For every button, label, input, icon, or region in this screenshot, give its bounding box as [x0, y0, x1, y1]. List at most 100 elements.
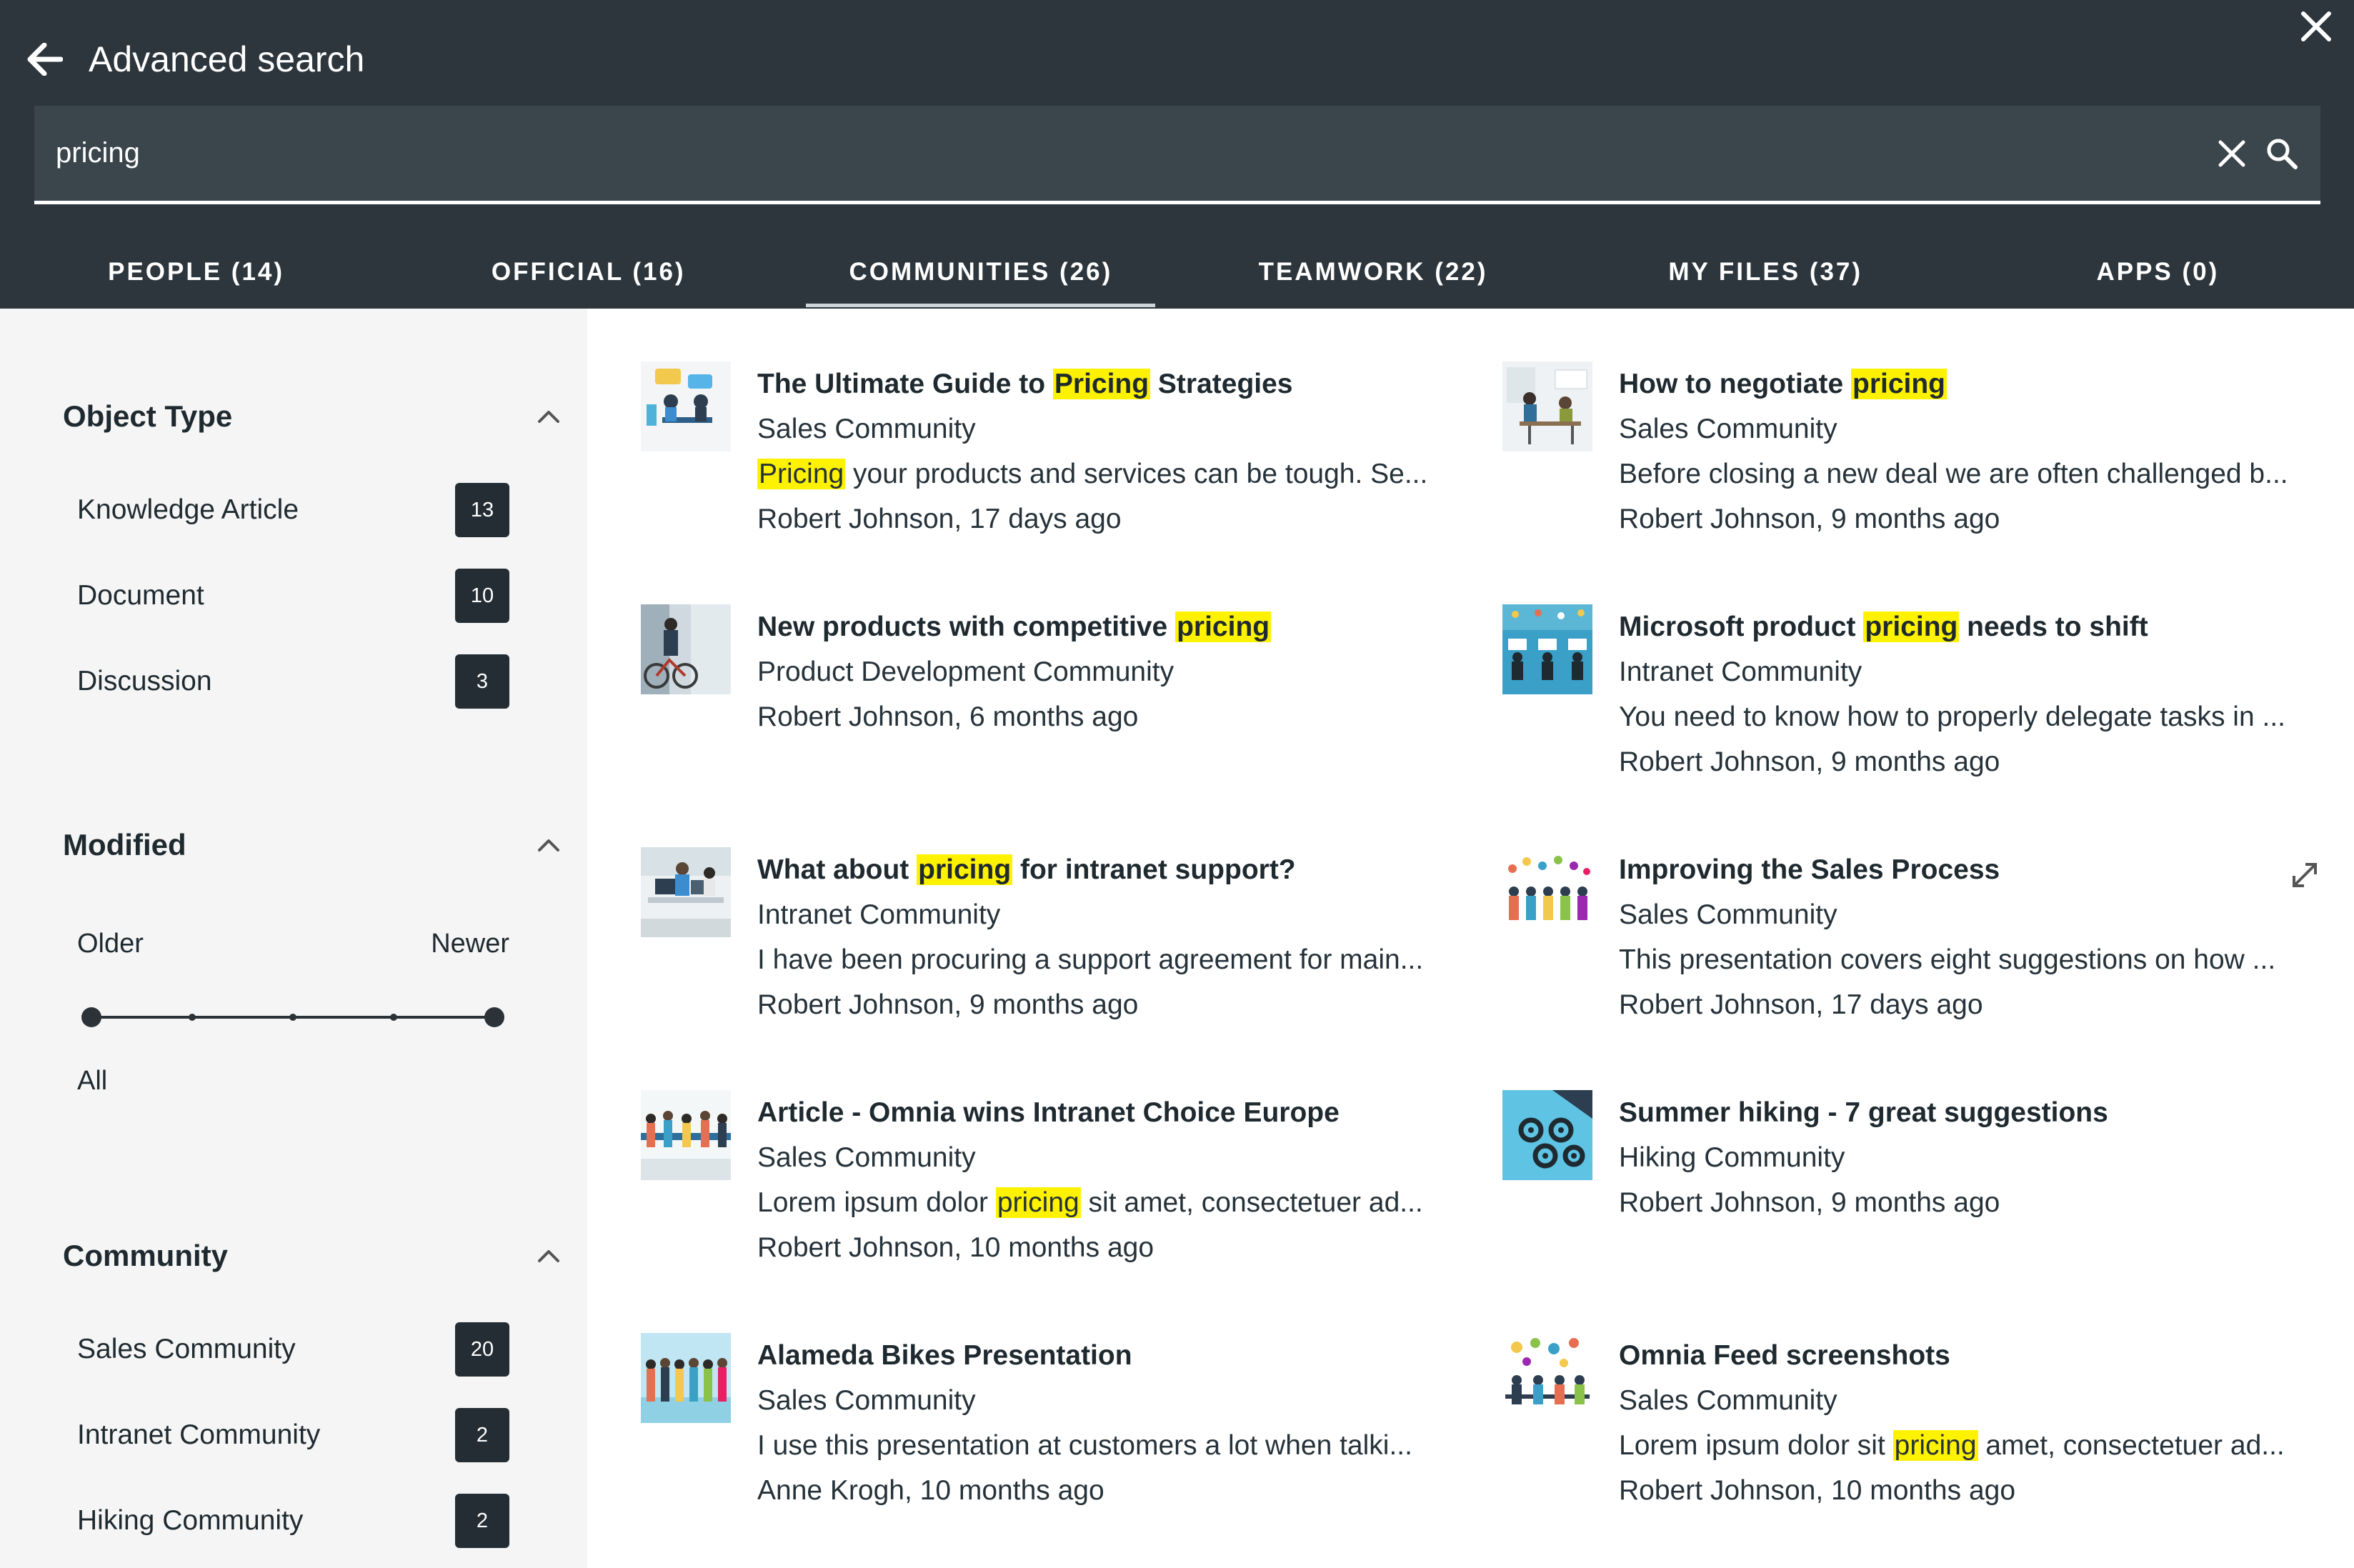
expand-icon[interactable] — [2288, 859, 2321, 892]
back-arrow-icon[interactable] — [27, 40, 66, 79]
search-icon[interactable] — [2260, 132, 2303, 175]
result-text: Summer hiking - 7 great suggestions Hiki… — [1619, 1090, 2340, 1225]
result-title[interactable]: Summer hiking - 7 great suggestions — [1619, 1090, 2340, 1135]
range-older-label: Older — [77, 929, 144, 959]
result-title[interactable]: Alameda Bikes Presentation — [757, 1333, 1479, 1378]
count-badge: 13 — [455, 483, 509, 537]
chevron-up-icon[interactable] — [534, 1242, 563, 1270]
result-meta: Robert Johnson, 9 months ago — [1619, 746, 2000, 777]
result-title[interactable]: Omnia Feed screenshots — [1619, 1333, 2340, 1378]
result-item[interactable]: Alameda Bikes Presentation Sales Communi… — [641, 1333, 1462, 1547]
modified-title: Modified — [63, 828, 186, 862]
object-type-title: Object Type — [63, 399, 233, 433]
result-snippet: I have been procuring a support agreemen… — [757, 944, 1424, 975]
result-item[interactable]: Omnia Feed screenshots Sales Community L… — [1502, 1333, 2324, 1547]
clear-icon[interactable] — [2210, 132, 2253, 175]
tab-people[interactable]: PEOPLE (14) — [0, 236, 392, 309]
facet-discussion[interactable]: Discussion 3 — [77, 654, 509, 709]
result-title[interactable]: The Ultimate Guide to Pricing Strategies — [757, 361, 1479, 406]
result-thumbnail — [1502, 1090, 1592, 1180]
result-community: Sales Community — [1619, 1385, 1837, 1416]
search-highlight: pricing — [1851, 369, 1947, 399]
result-meta: Robert Johnson, 9 months ago — [757, 989, 1139, 1020]
result-item[interactable]: What about pricing for intranet support?… — [641, 847, 1462, 1062]
search-highlight: pricing — [995, 1187, 1081, 1218]
result-snippet: Pricing your products and services can b… — [757, 459, 1428, 489]
result-title[interactable]: Microsoft product pricing needs to shift — [1619, 604, 2340, 649]
facet-hiking-community[interactable]: Hiking Community 2 — [77, 1494, 509, 1548]
result-item[interactable]: Improving the Sales Process Sales Commun… — [1502, 847, 2324, 1062]
result-item[interactable]: How to negotiate pricing Sales Community… — [1502, 361, 2324, 576]
chevron-up-icon[interactable] — [534, 402, 563, 431]
result-meta: Robert Johnson, 9 months ago — [1619, 1187, 2000, 1218]
facet-label: Document — [77, 580, 204, 611]
result-community: Sales Community — [1619, 414, 1837, 444]
result-thumbnail — [1502, 847, 1592, 937]
facet-sales-community[interactable]: Sales Community 20 — [77, 1322, 509, 1377]
result-thumbnail — [1502, 604, 1592, 694]
result-thumbnail — [1502, 361, 1592, 451]
result-community: Hiking Community — [1619, 1142, 1845, 1173]
search-input[interactable] — [34, 106, 2210, 201]
facet-intranet-community[interactable]: Intranet Community 2 — [77, 1408, 509, 1462]
result-community: Sales Community — [757, 1142, 976, 1173]
modified-selection-label: All — [77, 1066, 108, 1096]
result-community: Sales Community — [1619, 899, 1837, 930]
search-highlight: pricing — [1863, 611, 1960, 642]
result-snippet: Before closing a new deal we are often c… — [1619, 459, 2288, 489]
modified-range-slider[interactable] — [80, 996, 509, 1039]
count-badge: 20 — [455, 1322, 509, 1377]
community-header[interactable]: Community — [63, 1234, 563, 1277]
result-title[interactable]: What about pricing for intranet support? — [757, 847, 1479, 892]
page-title: Advanced search — [89, 39, 365, 79]
facet-label: Knowledge Article — [77, 494, 299, 525]
range-labels: Older Newer — [77, 929, 509, 959]
result-thumbnail — [1502, 1333, 1592, 1423]
result-title[interactable]: How to negotiate pricing — [1619, 361, 2340, 406]
result-text: Improving the Sales Process Sales Commun… — [1619, 847, 2340, 1027]
result-snippet: Lorem ipsum dolor sit pricing amet, cons… — [1619, 1430, 2285, 1461]
facet-knowledge-article[interactable]: Knowledge Article 13 — [77, 483, 509, 537]
modified-header[interactable]: Modified — [63, 824, 563, 867]
facet-label: Intranet Community — [77, 1419, 321, 1450]
tab-apps[interactable]: APPS (0) — [1962, 236, 2354, 309]
close-icon[interactable] — [2295, 6, 2337, 47]
result-meta: Robert Johnson, 17 days ago — [757, 504, 1122, 534]
result-text: The Ultimate Guide to Pricing Strategies… — [757, 361, 1479, 541]
result-item[interactable]: Microsoft product pricing needs to shift… — [1502, 604, 2324, 819]
result-meta: Robert Johnson, 6 months ago — [757, 701, 1139, 732]
result-snippet: I use this presentation at customers a l… — [757, 1430, 1412, 1461]
result-snippet: This presentation covers eight suggestio… — [1619, 944, 2276, 975]
chevron-up-icon[interactable] — [534, 831, 563, 859]
result-title[interactable]: New products with competitive pricing — [757, 604, 1479, 649]
facet-document[interactable]: Document 10 — [77, 569, 509, 623]
filter-sidebar: Object Type Knowledge Article 13 Documen… — [0, 309, 587, 1568]
result-community: Intranet Community — [1619, 656, 1862, 687]
result-text: Alameda Bikes Presentation Sales Communi… — [757, 1333, 1479, 1513]
result-meta: Robert Johnson, 9 months ago — [1619, 504, 2000, 534]
tab-official[interactable]: OFFICIAL (16) — [392, 236, 784, 309]
count-badge: 2 — [455, 1494, 509, 1548]
result-community: Product Development Community — [757, 656, 1174, 687]
result-text: Omnia Feed screenshots Sales Community L… — [1619, 1333, 2340, 1513]
result-community: Sales Community — [757, 414, 976, 444]
result-community: Intranet Community — [757, 899, 1001, 930]
result-title[interactable]: Improving the Sales Process — [1619, 847, 2340, 892]
tab-communities[interactable]: COMMUNITIES (26) — [784, 236, 1177, 309]
result-item[interactable]: New products with competitive pricing Pr… — [641, 604, 1462, 819]
facet-label: Sales Community — [77, 1334, 296, 1364]
result-snippet: You need to know how to properly delegat… — [1619, 701, 2285, 732]
result-item[interactable]: Summer hiking - 7 great suggestions Hiki… — [1502, 1090, 2324, 1304]
search-highlight: pricing — [1175, 611, 1272, 642]
result-text: What about pricing for intranet support?… — [757, 847, 1479, 1027]
object-type-header[interactable]: Object Type — [63, 395, 563, 438]
result-thumbnail — [641, 1090, 731, 1180]
facet-label: Hiking Community — [77, 1505, 304, 1536]
result-meta: Robert Johnson, 10 months ago — [757, 1232, 1154, 1263]
search-highlight: Pricing — [1052, 369, 1151, 399]
result-item[interactable]: The Ultimate Guide to Pricing Strategies… — [641, 361, 1462, 576]
result-title[interactable]: Article - Omnia wins Intranet Choice Eur… — [757, 1090, 1479, 1135]
result-item[interactable]: Article - Omnia wins Intranet Choice Eur… — [641, 1090, 1462, 1304]
tab-my-files[interactable]: MY FILES (37) — [1570, 236, 1962, 309]
tab-teamwork[interactable]: TEAMWORK (22) — [1177, 236, 1569, 309]
